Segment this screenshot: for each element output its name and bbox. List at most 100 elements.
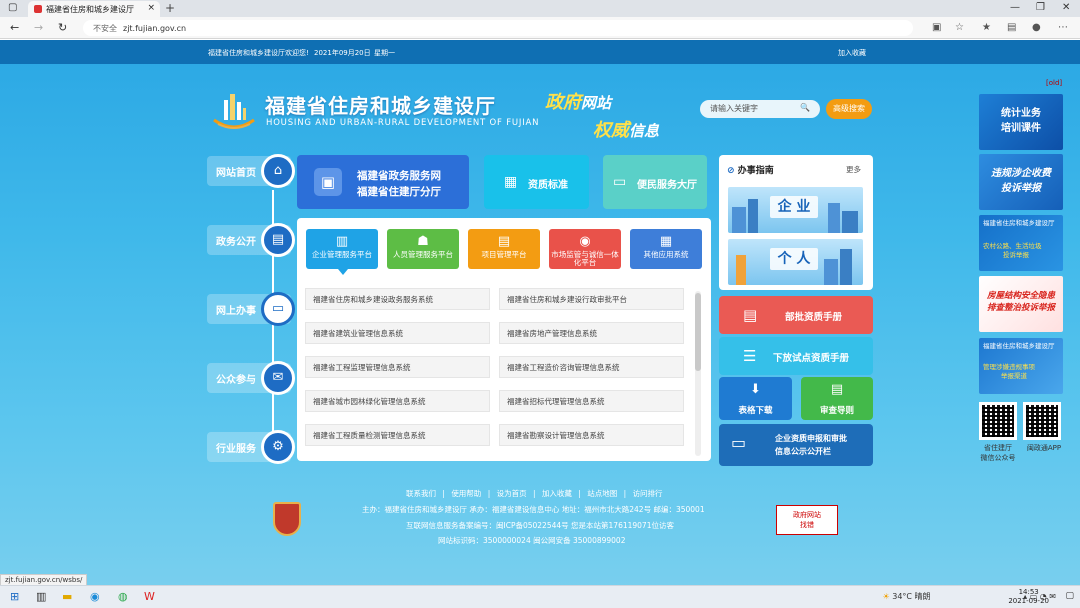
not-secure-label: 不安全 (93, 24, 117, 33)
list-scrollbar[interactable] (695, 291, 701, 456)
list-item[interactable]: 福建省勘察设计管理信息系统 (499, 424, 684, 446)
pilot-qualification-manual-button[interactable]: ☰ 下放试点资质手册 (719, 337, 873, 375)
guide-enterprise-banner[interactable]: 企 业 (728, 187, 863, 233)
nav-home[interactable]: 网站首页 ⌂ (207, 154, 295, 188)
notification-icon[interactable]: ▢ (1065, 591, 1074, 601)
edge-browser-icon[interactable]: ◉ (90, 590, 100, 603)
tab-label: 市场监管与诚信一体化平台 (551, 250, 619, 267)
document-icon: ▤ (830, 382, 844, 397)
extension-icon[interactable]: ▣ (932, 22, 941, 33)
address-bar[interactable]: 不安全 zjt.fujian.gov.cn (83, 20, 913, 36)
qualification-label: 资质标准 (528, 180, 568, 191)
tab-project-platform[interactable]: ▤ 项目管理平台 (468, 229, 540, 269)
back-icon[interactable]: ← (10, 21, 19, 34)
footer-site-id-line: 网站标识码：3500000024 闽公网安备 35000899002 (438, 536, 626, 545)
tab-title: 福建省住房和城乡建设厅 (46, 5, 134, 14)
review-guidelines-button[interactable]: ▤ 审查导则 (801, 377, 873, 420)
list-item[interactable]: 福建省城市园林绿化管理信息系统 (305, 390, 490, 412)
search-placeholder: 请输入关键字 (710, 104, 758, 113)
tab-enterprise-platform[interactable]: ▥ 企业管理服务平台 (306, 229, 378, 275)
tab-actions-icon[interactable]: ▢ (8, 2, 17, 13)
ministry-qualification-manual-button[interactable]: ▤ 部批资质手册 (719, 296, 873, 334)
footer-link-contact[interactable]: 联系我们 (406, 489, 436, 498)
report-error-button[interactable]: 政府网站 找错 (776, 505, 838, 535)
maximize-button[interactable]: ❐ (1036, 2, 1045, 13)
qualification-publicity-button[interactable]: ▭ 企业资质申报和审批 信息公示公开栏 (719, 424, 873, 466)
tab-market-supervision-platform[interactable]: ◉ 市场监管与诚信一体化平台 (549, 229, 621, 269)
forward-icon[interactable]: → (34, 21, 43, 34)
home-icon: ⌂ (261, 154, 295, 188)
site-footer: 联系我们 | 使用帮助 | 设为首页 | 加入收藏 | 站点地图 | 访问排行 … (0, 480, 1080, 590)
convenience-hall-tile[interactable]: ▭ 便民服务大厅 (603, 155, 707, 209)
list-item[interactable]: 福建省建筑业管理信息系统 (305, 322, 490, 344)
nav-gov-affairs[interactable]: 政务公开 ▤ (207, 223, 295, 257)
wps-icon[interactable]: W (144, 590, 155, 603)
task-view-icon[interactable]: ▥ (36, 590, 46, 603)
scrollbar-thumb[interactable] (695, 293, 701, 371)
list-item[interactable]: 福建省招标代理管理信息系统 (499, 390, 684, 412)
weather-text[interactable]: 34°C 晴朗 (892, 592, 930, 601)
app-icon[interactable]: ◍ (118, 590, 128, 603)
guide-more-link[interactable]: 更多 (846, 164, 861, 175)
service-icon: ⚙ (261, 430, 295, 464)
list-item[interactable]: 福建省工程造价咨询管理信息系统 (499, 356, 684, 378)
tab-label: 其他应用系统 (643, 250, 689, 259)
search-input[interactable]: 请输入关键字 🔍 (700, 100, 820, 118)
advanced-search-button[interactable]: 高级搜索 (826, 99, 872, 119)
nav-industry-services[interactable]: 行业服务 ⚙ (207, 430, 295, 464)
footer-link-bookmark[interactable]: 加入收藏 (542, 489, 572, 498)
nav-online-services[interactable]: 网上办事 ▭ (207, 292, 295, 326)
party-emblem-icon[interactable] (273, 502, 301, 536)
close-tab-icon[interactable]: × (147, 3, 155, 13)
button-label-line2: 信息公示公开栏 (775, 447, 831, 456)
footer-link-homepage[interactable]: 设为首页 (497, 489, 527, 498)
reload-icon[interactable]: ↻ (58, 21, 67, 34)
old-version-link[interactable]: [old] (1046, 79, 1062, 87)
rural-road-garbage-banner[interactable]: 福建省住房和城乡建设厅 农村公路、生活垃圾 投诉举报 (979, 215, 1063, 271)
slogan-authority: 权威 (593, 120, 629, 141)
collections-icon[interactable]: ▤ (1007, 22, 1016, 33)
slogan-gov: 政府 (545, 92, 581, 113)
footer-link-ranking[interactable]: 访问排行 (633, 489, 663, 498)
file-explorer-icon[interactable]: ▬ (62, 590, 72, 603)
close-window-button[interactable]: ✕ (1062, 2, 1070, 13)
list-item[interactable]: 福建省住房和城乡建设政务服务系统 (305, 288, 490, 310)
banner-line: 房屋结构安全隐患 (986, 291, 1055, 301)
form-download-button[interactable]: ⬇ 表格下载 (719, 377, 792, 420)
favorite-star-icon[interactable]: ☆ (955, 22, 964, 33)
list-item[interactable]: 福建省工程质量检测管理信息系统 (305, 424, 490, 446)
favorites-icon[interactable]: ★ (982, 22, 991, 33)
add-bookmark-link[interactable]: 加入收藏 (838, 48, 866, 58)
current-weekday: 星期一 (374, 49, 395, 57)
nav-public-participation[interactable]: 公众参与 ✉ (207, 361, 295, 395)
profile-icon[interactable]: ● (1032, 22, 1041, 33)
new-tab-button[interactable]: + (165, 1, 175, 15)
gov-service-portal-tile[interactable]: ▣ 福建省政务服务网 福建省住建厅分厅 (297, 155, 469, 209)
menu-icon[interactable]: ⋯ (1058, 22, 1068, 33)
housing-safety-banner[interactable]: 房屋结构安全隐患 排查整治投诉举报 (979, 276, 1063, 332)
portal-line2: 福建省住建厅分厅 (357, 186, 441, 198)
footer-link-sitemap[interactable]: 站点地图 (587, 489, 617, 498)
list-item[interactable]: 福建省住房和城乡建设行政审批平台 (499, 288, 684, 310)
tab-personnel-platform[interactable]: ☗ 人员管理服务平台 (387, 229, 459, 269)
qualification-standard-tile[interactable]: ▦ 资质标准 (484, 155, 589, 209)
button-label: 审查导则 (819, 406, 854, 416)
search-icon[interactable]: 🔍 (800, 103, 810, 112)
browser-tab[interactable]: 福建省住房和城乡建设厅 × (28, 1, 160, 17)
people-icon: ☗ (417, 234, 429, 249)
banner-line: 福建省住房和城乡建设厅 (983, 342, 1055, 350)
start-icon[interactable]: ⊞ (10, 590, 19, 603)
current-date: 2021年09月20日 (314, 49, 371, 57)
system-list: 福建省住房和城乡建设政务服务系统 福建省住房和城乡建设行政审批平台 福建省建筑业… (305, 288, 695, 452)
statistics-training-banner[interactable]: 统计业务 培训课件 (979, 94, 1063, 150)
violation-report-banner[interactable]: 福建省住房和城乡建设厅 管理涉嫌违规事项 举报渠道 (979, 338, 1063, 394)
minimize-button[interactable]: — (1010, 2, 1020, 13)
list-item[interactable]: 福建省工程监理管理信息系统 (305, 356, 490, 378)
tab-other-systems[interactable]: ▦ 其他应用系统 (630, 229, 702, 269)
list-item[interactable]: 福建省房地产管理信息系统 (499, 322, 684, 344)
guide-personal-banner[interactable]: 个 人 (728, 239, 863, 285)
system-clock[interactable]: 14:53 2021-09-20 (1008, 588, 1049, 606)
site-favicon-icon (34, 5, 42, 13)
footer-link-help[interactable]: 使用帮助 (451, 489, 481, 498)
illegal-fee-complaint-banner[interactable]: 违规涉企收费 投诉举报 (979, 154, 1063, 210)
